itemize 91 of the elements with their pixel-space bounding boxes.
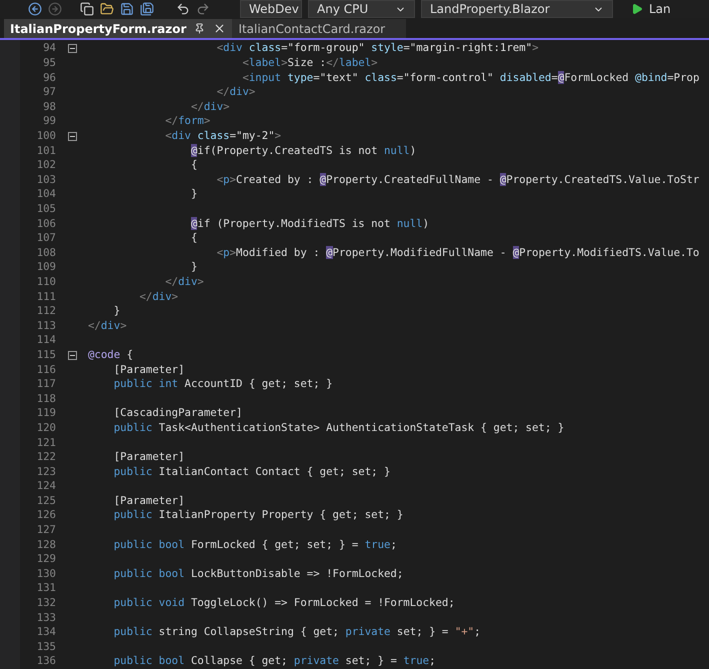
line-number: 100 [36,129,56,144]
code-line: { [190,158,198,173]
line-number: 124 [36,479,56,494]
line-number: 103 [36,172,56,188]
code-line: public bool LockButtonDisable => !FormLocked; [112,566,404,582]
line-number: 108 [36,246,56,260]
code-line: } [190,260,198,275]
line-number: 102 [36,158,56,173]
toolbar-dropdown[interactable]: LandProperty.Blazor [421,0,613,18]
line-number: 130 [36,566,56,582]
line-number: 106 [36,216,56,232]
line-number: 134 [36,625,56,640]
line-number: 111 [36,290,56,304]
line-number: 96 [42,70,56,86]
line-number: 131 [36,581,56,596]
redo-icon[interactable] [196,2,210,16]
copy-icon[interactable] [80,2,94,16]
code-line: </div> [190,100,230,114]
back-icon[interactable] [28,2,42,16]
code-line: [Parameter] [112,494,185,508]
code-line: <input type="text" class="form-control" disabled=@FormLocked @bind=Prop [241,70,700,86]
run-label[interactable]: Lan [649,0,671,18]
line-number: 119 [36,406,56,421]
code-line: </form> [164,114,210,130]
code-line: public int AccountID { get; set; } [112,377,333,392]
line-number: 120 [36,420,56,436]
code-line: </div> [88,318,127,334]
code-line: } [112,304,120,319]
line-number: 117 [36,377,56,392]
save-all-icon[interactable] [140,2,154,16]
collapse-icon[interactable] [68,350,76,360]
line-number: 109 [36,260,56,275]
line-number: 127 [36,523,56,538]
line-number: 126 [36,508,56,524]
code-line: public bool FormLocked { get; set; } = true; [112,538,397,552]
save-icon[interactable] [120,2,134,16]
line-number: 94 [42,41,56,56]
line-number: 95 [42,56,56,71]
line-number: 115 [36,348,56,363]
line-number: 101 [36,144,56,158]
line-number: 112 [36,304,56,319]
code-line: public string CollapseString { get; private set; } = "+"; [112,625,481,640]
line-number: 110 [36,274,56,290]
code-line: [Parameter] [112,362,185,378]
line-number: 104 [36,187,56,202]
folder-icon[interactable] [100,2,114,16]
toolbar-dropdown[interactable]: WebDev [240,0,302,18]
code-line: public ItalianProperty Property { get; set; } [112,508,404,524]
line-number: 99 [42,114,56,130]
line-number: 121 [36,436,56,450]
editor-tab[interactable]: ItalianContactCard.razor [232,19,406,38]
collapse-icon[interactable] [68,132,76,141]
line-number: 118 [36,392,56,406]
code-line: </div> [164,274,204,290]
code-line: [Parameter] [112,450,185,465]
collapse-icon[interactable] [68,44,76,54]
undo-icon[interactable] [176,2,190,16]
code-line: public bool Collapse { get; private set; } = true; [112,654,436,669]
code-line: { [190,231,198,246]
close-icon[interactable] [213,22,226,36]
code-line: @code { [88,348,134,363]
code-line: public Task<AuthenticationState> AuthenticationStateTask { get; set; } [112,420,564,436]
line-number: 116 [36,362,56,378]
line-number: 132 [36,596,56,611]
line-number: 129 [36,552,56,567]
pin-icon[interactable] [194,23,206,34]
line-number: 98 [42,100,56,114]
line-number: 114 [36,333,56,348]
code-line: } [190,187,198,202]
line-number: 133 [36,610,56,626]
code-line: public void ToggleLock() => FormLocked = !FormLocked; [112,596,455,611]
code-line: <label>Size :</label> [241,56,378,71]
code-line: <div class="my-2"> [164,129,282,144]
line-number: 128 [36,538,56,552]
line-number: 136 [36,654,56,669]
line-number: 125 [36,494,56,508]
line-number: 105 [36,202,56,217]
code-line: </div> [138,290,178,304]
line-number: 113 [36,318,56,334]
line-number: 123 [36,464,56,480]
line-number: 107 [36,231,56,246]
code-line: </div> [216,85,256,100]
code-line: [CascadingParameter] [112,406,242,421]
play-icon[interactable] [631,3,643,15]
line-number: 97 [42,85,56,100]
line-number: 135 [36,640,56,654]
line-number: 122 [36,450,56,465]
code-line: <div class="form-group" style="margin-right:1rem"> [216,41,538,56]
code-line: public ItalianContact Contact { get; set; } [112,464,390,480]
toolbar-dropdown[interactable]: Any CPU [308,0,415,18]
editor-tab[interactable]: ItalianPropertyForm.razor [4,19,232,38]
